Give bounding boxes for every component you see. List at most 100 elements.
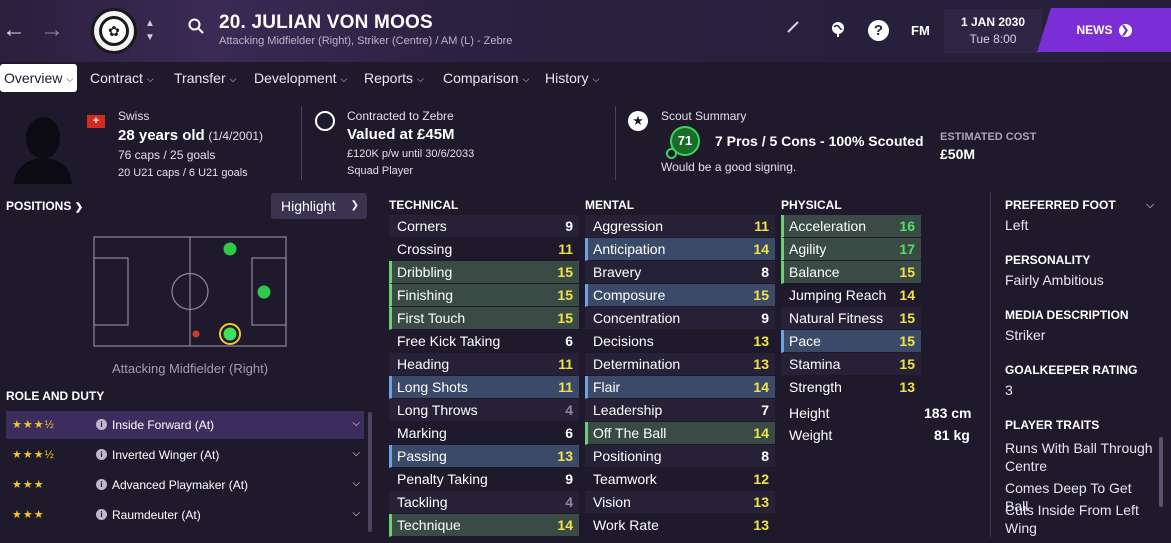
positions-header-label: POSITIONS: [6, 199, 72, 213]
attribute-row-corners[interactable]: Corners 9: [389, 215, 579, 238]
club-switch-chevrons-icon[interactable]: ▲ ▼: [145, 17, 155, 45]
attribute-name: Positioning: [593, 448, 662, 464]
chevron-down-icon[interactable]: ⌵: [352, 508, 360, 519]
help-icon[interactable]: ?: [868, 20, 889, 41]
attribute-row-leadership[interactable]: Leadership 7: [585, 399, 775, 422]
globe-icon[interactable]: [829, 20, 847, 38]
attribute-row-bravery[interactable]: Bravery 8: [585, 261, 775, 284]
personality-value: Fairly Ambitious: [1005, 272, 1104, 288]
attribute-row-technique[interactable]: Technique 14: [389, 514, 579, 537]
tab-label: Reports: [364, 70, 414, 86]
attribute-row-long-shots[interactable]: Long Shots 11: [389, 376, 579, 399]
role-rating-stars: ★★★: [12, 509, 45, 521]
attribute-value: 17: [899, 241, 915, 257]
attribute-row-acceleration[interactable]: Acceleration 16: [781, 215, 921, 238]
attribute-row-penalty-taking[interactable]: Penalty Taking 9: [389, 468, 579, 491]
role-list-scrollbar[interactable]: [368, 412, 372, 532]
attribute-row-vision[interactable]: Vision 13: [585, 491, 775, 514]
info-icon[interactable]: i: [96, 449, 107, 460]
wage-contract: £120K p/w until 30/6/2033: [347, 148, 475, 160]
attribute-name: Concentration: [593, 310, 681, 326]
back-arrow-icon[interactable]: ←: [2, 18, 26, 42]
fm-logo[interactable]: FM: [911, 23, 930, 38]
positions-header[interactable]: POSITIONS ❯: [6, 199, 83, 213]
role-row[interactable]: ★★★ i Raumdeuter (At) ⌵: [6, 501, 364, 529]
attribute-row-stamina[interactable]: Stamina 15: [781, 353, 921, 376]
attribute-row-first-touch[interactable]: First Touch 15: [389, 307, 579, 330]
highlight-dropdown[interactable]: Highlight ❯: [271, 193, 367, 219]
attribute-row-concentration[interactable]: Concentration 9: [585, 307, 775, 330]
info-icon[interactable]: i: [96, 509, 107, 520]
attribute-row-decisions[interactable]: Decisions 13: [585, 330, 775, 353]
tab-development[interactable]: Development ⌵: [250, 64, 351, 92]
club-badge[interactable]: ✿: [91, 8, 137, 54]
media-description-value: Striker: [1005, 327, 1046, 343]
traits-scrollbar[interactable]: [1159, 437, 1163, 507]
chevron-down-icon[interactable]: ⌵: [1146, 199, 1154, 212]
age-line: 28 years old (1/4/2001): [118, 127, 263, 144]
attribute-row-heading[interactable]: Heading 11: [389, 353, 579, 376]
scout-pros-cons[interactable]: 7 Pros / 5 Cons - 100% Scouted: [715, 133, 924, 149]
chevron-down-icon: ⌵: [522, 74, 530, 84]
role-row[interactable]: ★★★½ i Inverted Winger (At) ⌵: [6, 441, 364, 469]
chevron-down-icon[interactable]: ⌵: [352, 418, 360, 429]
attribute-row-determination[interactable]: Determination 13: [585, 353, 775, 376]
attribute-name: Acceleration: [789, 218, 867, 234]
attribute-row-positioning[interactable]: Positioning 8: [585, 445, 775, 468]
player-trait: Cuts Inside From Left Wing: [1005, 502, 1139, 536]
attribute-row-agility[interactable]: Agility 17: [781, 238, 921, 261]
attribute-row-long-throws[interactable]: Long Throws 4: [389, 399, 579, 422]
attribute-name: Long Shots: [397, 379, 468, 395]
attribute-row-balance[interactable]: Balance 15: [781, 261, 921, 284]
attribute-row-finishing[interactable]: Finishing 15: [389, 284, 579, 307]
tab-contract[interactable]: Contract ⌵: [86, 64, 158, 92]
attribute-row-aggression[interactable]: Aggression 11: [585, 215, 775, 238]
role-row[interactable]: ★★★½ i Inside Forward (At) ⌵: [6, 411, 364, 439]
attribute-value: 14: [753, 379, 769, 395]
chevron-down-icon: ⌵: [146, 74, 154, 84]
attribute-row-tackling[interactable]: Tackling 4: [389, 491, 579, 514]
attribute-row-crossing[interactable]: Crossing 11: [389, 238, 579, 261]
search-icon[interactable]: [188, 18, 204, 34]
attribute-row-composure[interactable]: Composure 15: [585, 284, 775, 307]
tab-reports[interactable]: Reports ⌵: [360, 64, 428, 92]
attribute-row-strength[interactable]: Strength 13: [781, 376, 921, 399]
attribute-row-dribbling[interactable]: Dribbling 15: [389, 261, 579, 284]
attribute-row-jumping-reach[interactable]: Jumping Reach 14: [781, 284, 921, 307]
info-icon[interactable]: i: [96, 419, 107, 430]
attribute-value: 9: [761, 310, 769, 326]
game-date-button[interactable]: 1 JAN 2030 Tue 8:00: [944, 9, 1042, 53]
attribute-row-teamwork[interactable]: Teamwork 12: [585, 468, 775, 491]
attribute-name: Technique: [397, 517, 461, 533]
attribute-row-marking[interactable]: Marking 6: [389, 422, 579, 445]
attribute-row-work-rate[interactable]: Work Rate 13: [585, 514, 775, 537]
attribute-value: 15: [557, 264, 573, 280]
forward-arrow-icon[interactable]: →: [40, 18, 64, 42]
tab-comparison[interactable]: Comparison ⌵: [439, 64, 533, 92]
attribute-row-natural-fitness[interactable]: Natural Fitness 15: [781, 307, 921, 330]
chevron-down-icon[interactable]: ⌵: [352, 478, 360, 489]
tab-history[interactable]: History ⌵: [541, 64, 603, 92]
divider: [615, 106, 616, 180]
attribute-row-free-kick-taking[interactable]: Free Kick Taking 6: [389, 330, 579, 353]
news-button[interactable]: NEWS ❯: [1037, 8, 1171, 52]
attribute-row-anticipation[interactable]: Anticipation 14: [585, 238, 775, 261]
date-of-birth: (1/4/2001): [208, 129, 264, 143]
attribute-name: Leadership: [593, 402, 663, 418]
attribute-row-passing[interactable]: Passing 13: [389, 445, 579, 468]
attribute-row-off-the-ball[interactable]: Off The Ball 14: [585, 422, 775, 445]
edit-pencil-icon[interactable]: [786, 20, 800, 34]
chevron-down-icon[interactable]: ⌵: [352, 448, 360, 459]
personality-header: PERSONALITY: [1005, 253, 1091, 267]
attribute-name: Stamina: [789, 356, 841, 372]
attribute-row-flair[interactable]: Flair 14: [585, 376, 775, 399]
tab-overview[interactable]: Overview ⌵: [0, 64, 78, 92]
attribute-row-pace[interactable]: Pace 15: [781, 330, 921, 353]
player-positions-subtitle: Attacking Midfielder (Right), Striker (C…: [219, 35, 513, 47]
attribute-value: 14: [753, 425, 769, 441]
chevron-down-icon: ⌵: [340, 74, 348, 84]
info-icon[interactable]: i: [96, 479, 107, 490]
tab-transfer[interactable]: Transfer ⌵: [170, 64, 240, 92]
role-row[interactable]: ★★★ i Advanced Playmaker (At) ⌵: [6, 471, 364, 499]
attribute-name: First Touch: [397, 310, 466, 326]
